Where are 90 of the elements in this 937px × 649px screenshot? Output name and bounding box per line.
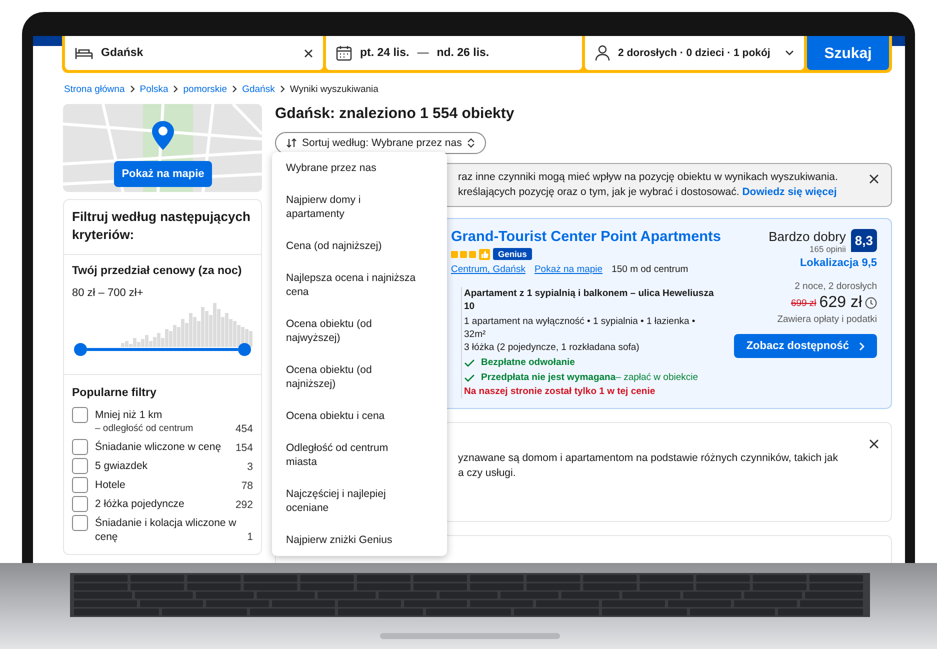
perk-text: Przedpłata nie jest wymagana– zapłać w obiekcie [481,371,698,384]
info-text: yznawane są domom i apartamentom na podstawie różnych czynników, takich jak [458,451,839,466]
checkbox[interactable] [72,477,88,493]
sort-option[interactable]: Cena (od najniższej) [272,230,418,262]
breadcrumb[interactable]: Polska [140,84,168,94]
review-count: 165 opinii [810,244,846,254]
price-title: Twój przedział cenowy (za noc) [72,265,243,277]
slider-handle[interactable] [238,343,251,356]
chevron-right-icon [280,85,285,93]
sort-option[interactable]: Ocena obiektu (od najniższej) [272,354,418,400]
filter-sublabel: – odległość od centrum [95,422,194,436]
chevron-right-icon [859,342,865,350]
chevron-right-icon [232,85,238,93]
calendar-icon [336,45,352,61]
filter-label: Śniadanie wliczone w cenę [95,440,222,454]
show-on-map-button[interactable]: Pokaż na mapie [114,161,212,187]
score-badge: 8,3 [850,229,877,252]
sort-dropdown[interactable]: Sortuj według: Wybrane przez nas [275,132,486,154]
location-link[interactable]: Centrum, Gdańsk [451,264,526,275]
location-score: Lokalizacja 9,5 [800,257,877,269]
original-price: 699 zł [790,298,816,308]
filter-count: 292 [235,498,253,512]
checkbox[interactable] [72,439,88,455]
popular-filters-title: Popularne filtry [72,387,158,399]
checkbox[interactable] [72,458,88,474]
breadcrumb[interactable]: Strona główna [64,84,125,94]
person-icon [595,45,610,61]
filter-count: 3 [247,460,253,474]
sort-arrows-icon [286,138,297,148]
thumbs-up-icon [479,248,490,260]
filter-count: 78 [241,479,253,493]
show-on-map-link[interactable]: Pokaż na mapie [534,264,603,275]
sort-option[interactable]: Najpierw domy i apartamenty [272,184,418,230]
close-icon[interactable] [869,439,879,449]
breadcrumb[interactable]: Gdańsk [242,84,275,94]
property-name[interactable]: Grand-Tourist Center Point Apartments [451,229,729,245]
sort-option[interactable]: Najlepsza ocena i najniższa cena [272,262,418,308]
filter-label: Hotele [95,478,126,492]
updown-chevron-icon [466,138,475,148]
distance-text: 150 m od centrum [612,264,688,275]
breadcrumb[interactable]: pomorskie [183,84,228,94]
notice-text: raz inne czynniki mogą mieć wpływ na pozycję obiektu w wynikach wyszukiwania. [458,170,839,185]
info-text: a czy usługi. [458,466,517,481]
checkbox[interactable] [72,515,88,531]
close-icon[interactable] [869,174,879,184]
sort-option[interactable]: Ocena obiektu (od najwyższej) [272,308,418,354]
stay-summary: 2 noce, 2 dorosłych [794,281,877,292]
filter-label: 5 gwiazdek [95,459,149,473]
checkmark-icon [464,358,475,366]
price-range: 80 zł – 700 zł+ [72,287,144,299]
sort-option[interactable]: Wybrane przez nas [272,152,418,184]
date-field[interactable]: pt. 24 lis. — nd. 26 lis. [326,36,582,70]
learn-more-link[interactable]: Dowiedz się więcej [742,186,837,198]
notice-text: kreślających pozycję oraz o tym, jak je wybrać i dostosować. [458,186,740,198]
filter-count: 154 [235,441,253,455]
filter-count: 1 [247,530,253,544]
price: 629 zł [819,294,862,312]
close-icon[interactable] [304,48,313,58]
sort-option[interactable]: Najpierw zniżki Genius [272,524,418,556]
sort-option[interactable]: Najczęściej i najlepiej oceniane [272,478,418,524]
genius-badge: Genius [493,248,532,260]
rating-label: Bardzo dobry [768,229,846,244]
room-details: 1 apartament na wyłączność • 1 sypialnia • 1 łazienka • 32m² [464,315,696,341]
filter-label: Śniadanie i kolacja wliczone w cenę [95,516,238,544]
checkbox[interactable] [72,407,88,423]
filter-label: Mniej niż 1 km [95,408,164,422]
scarcity-text: Na naszej stronie został tylko 1 w tej cenie [464,385,656,398]
chevron-right-icon [173,85,178,93]
perk-text: Bezpłatne odwołanie [481,356,575,369]
search-button[interactable]: Szukaj [807,36,889,70]
destination-field[interactable]: Gdańsk [65,36,323,70]
filter-title: Filtruj według następujących kryteriów: [64,200,261,255]
taxes-note: Zawiera opłaty i podatki [777,314,877,325]
map-pin-icon [151,120,175,152]
filter-count: 454 [235,422,253,436]
guests-field[interactable]: 2 dorosłych · 0 dzieci · 1 pokój [585,36,804,70]
see-availability-button[interactable]: Zobacz dostępność [734,334,877,358]
room-name: Apartament z 1 sypialnią i balkonem – ulica Heweliusza 10 [464,287,715,313]
checkbox[interactable] [72,496,88,512]
breadcrumb: Wyniki wyszukiwania [290,84,378,94]
slider-handle[interactable] [74,343,87,356]
sort-option[interactable]: Odległość od centrum miasta [272,432,418,478]
checkmark-icon [464,374,475,382]
results-heading: Gdańsk: znaleziono 1 554 obiekty [275,105,516,122]
bed-details: 3 łóżka (2 pojedyncze, 1 rozkładana sofa) [464,341,640,354]
chevron-down-icon [785,50,794,56]
chevron-right-icon [130,85,135,93]
sort-option[interactable]: Ocena obiektu i cena [272,400,418,432]
bed-icon [75,46,93,60]
filter-label: 2 łóżka pojedyncze [95,497,186,511]
